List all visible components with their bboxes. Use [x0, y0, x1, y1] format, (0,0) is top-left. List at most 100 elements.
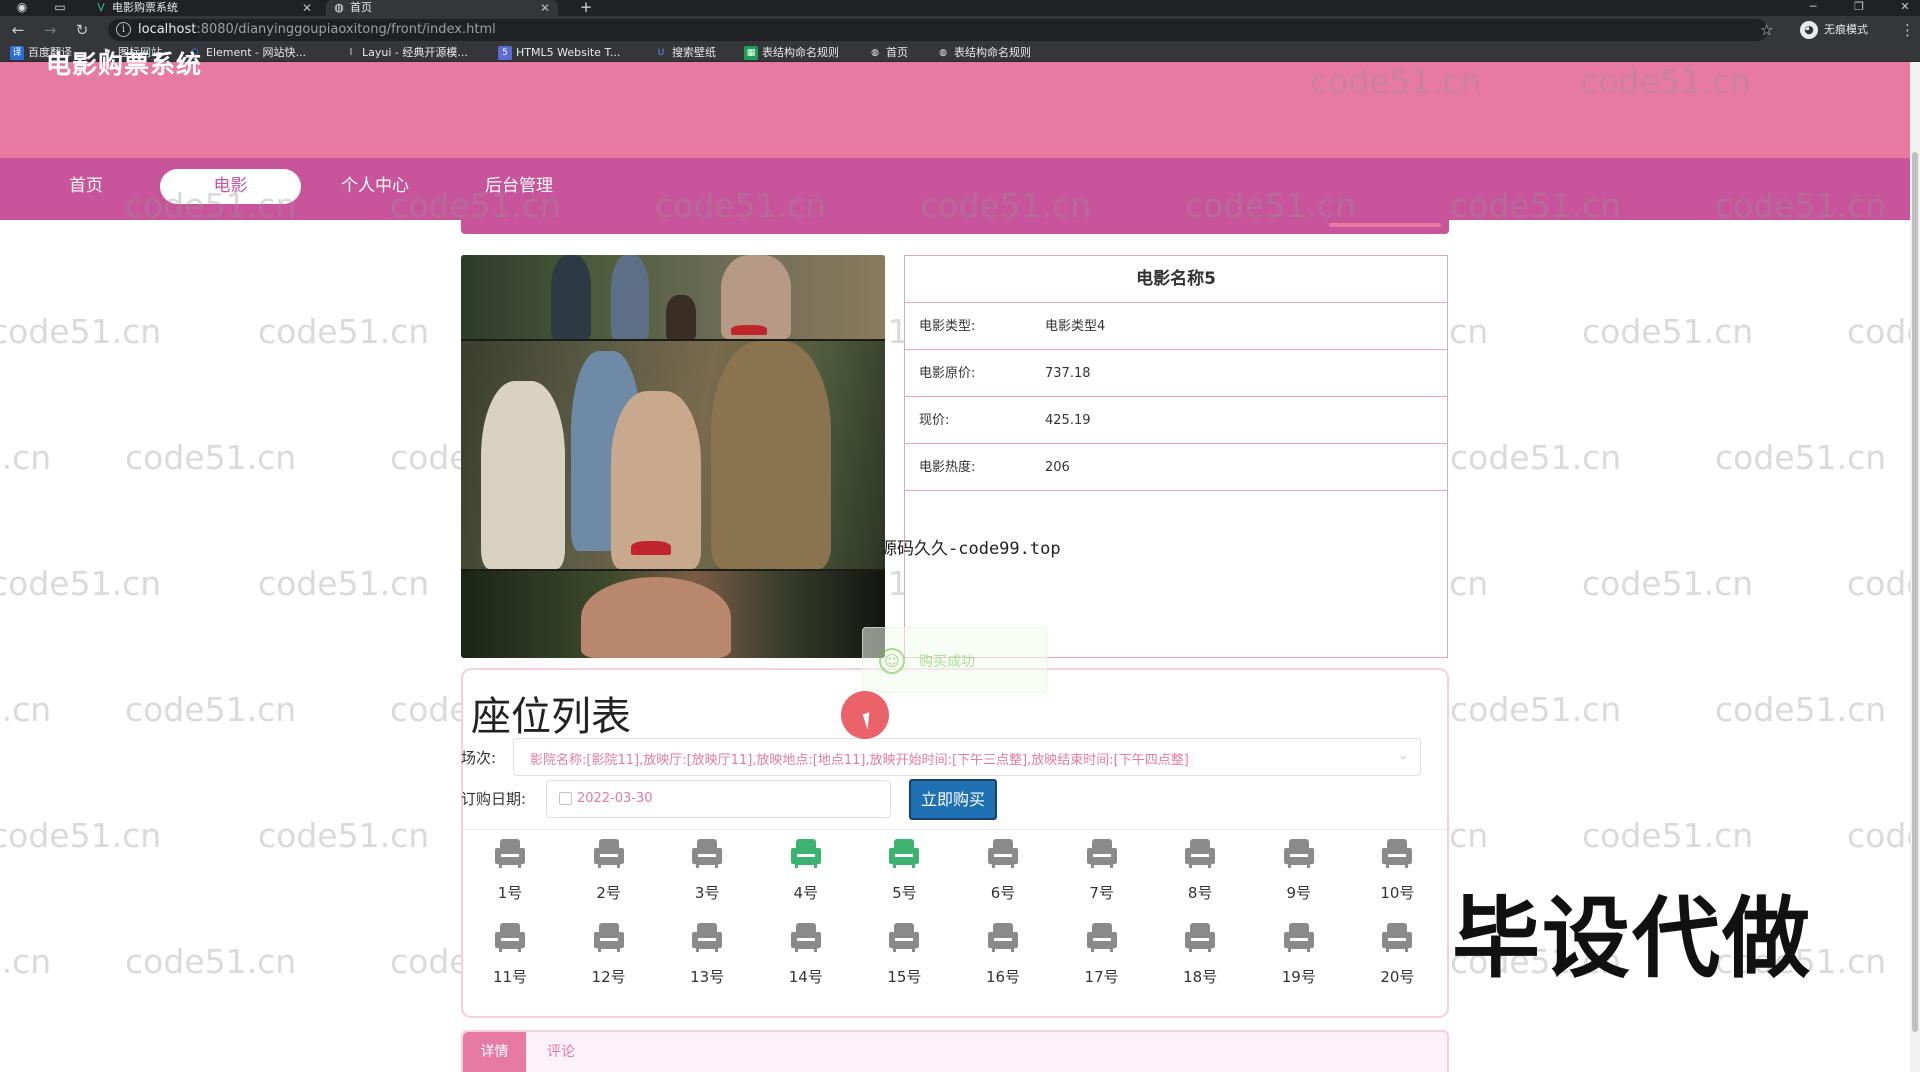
detail-tabs [461, 1030, 1449, 1072]
info-row-original-price: 电影原价: 737.18 [905, 350, 1447, 397]
browser-tab-title: 电影购票系统 [112, 1, 178, 14]
browser-tab-title: 首页 [350, 1, 372, 14]
seat-15[interactable]: 15号 [874, 922, 934, 996]
info-label: 电影原价: [919, 366, 976, 381]
forward-arrow-icon[interactable]: → [40, 20, 60, 40]
seat-18[interactable]: 18号 [1170, 922, 1230, 996]
date-picker[interactable]: 2022-03-30 [546, 780, 891, 818]
seat-14[interactable]: 14号 [776, 922, 836, 996]
html5-icon: 5 [498, 46, 512, 60]
seat-3[interactable]: 3号 [677, 838, 737, 912]
seat-icon [495, 838, 525, 868]
success-toast: ☺ 购买成功 [862, 627, 1048, 693]
seat-icon [1185, 838, 1216, 868]
nav-home[interactable]: 首页 [46, 169, 126, 204]
buy-now-button[interactable]: 立即购买 [909, 779, 997, 820]
seat-icon [889, 922, 920, 952]
close-icon[interactable]: ✕ [302, 0, 312, 16]
seat-8[interactable]: 8号 [1170, 838, 1230, 912]
seat-label: 9号 [1286, 884, 1312, 902]
browser-tab-system[interactable]: V 电影购票系统 ✕ [88, 0, 320, 16]
bookmark-item[interactable]: l Layui - 经典开源模... [344, 44, 468, 62]
info-value: 425.19 [1045, 413, 1091, 428]
seat-19[interactable]: 19号 [1269, 922, 1329, 996]
browser-tab-home[interactable]: ◍ 首页 ✕ [326, 0, 558, 16]
seat-label: 19号 [1281, 968, 1316, 986]
seat-7[interactable]: 7号 [1072, 838, 1132, 912]
info-icon[interactable]: i [116, 22, 131, 37]
close-icon[interactable]: ✕ [540, 0, 550, 16]
bookmark-item[interactable]: ⬡ Element - 网站快... [188, 44, 306, 62]
url-text: localhost:8080/dianyinggoupiaoxitong/fro… [138, 22, 496, 37]
translate-icon: 译 [10, 46, 24, 60]
info-row-popularity: 电影热度: 206 [905, 444, 1447, 491]
browser-tab-strip: ◉ ▭ V 电影购票系统 ✕ ◍ 首页 ✕ + ─ ❐ ✕ [0, 0, 1920, 16]
bookmark-item[interactable]: ◍ 表结构命名规则 [936, 44, 1031, 62]
restore-icon[interactable]: ❐ [1849, 0, 1869, 14]
sub-nav-indicator [1329, 223, 1441, 227]
seat-16[interactable]: 16号 [973, 922, 1033, 996]
seat-12[interactable]: 12号 [579, 922, 639, 996]
nav-movies[interactable]: 电影 [160, 169, 301, 204]
page-scrollbar[interactable] [1910, 62, 1920, 1072]
date-label: 订购日期: [461, 790, 527, 808]
seat-icon [495, 922, 525, 952]
seat-20[interactable]: 20号 [1367, 922, 1427, 996]
seat-9[interactable]: 9号 [1269, 838, 1329, 912]
poster-frame-top [461, 255, 885, 339]
movie-poster[interactable] [461, 255, 885, 658]
seat-4[interactable]: 4号 [776, 838, 836, 912]
seat-icon [790, 838, 821, 868]
reload-icon[interactable]: ↻ [72, 20, 92, 40]
seat-label: 10号 [1380, 884, 1415, 902]
bookmark-item[interactable]: ◍ 首页 [868, 44, 908, 62]
window-icon[interactable]: ▭ [52, 0, 68, 16]
nav-admin[interactable]: 后台管理 [474, 169, 564, 204]
seat-label: 13号 [690, 968, 725, 986]
seat-label: 16号 [985, 968, 1021, 986]
incognito-label: 无痕模式 [1824, 23, 1868, 36]
close-window-icon[interactable]: ✕ [1895, 0, 1915, 14]
seat-1[interactable]: 1号 [480, 838, 540, 912]
bookmark-star-icon[interactable]: ☆ [1760, 20, 1773, 40]
info-row-current-price: 现价: 425.19 [905, 397, 1447, 444]
seat-13[interactable]: 13号 [677, 922, 737, 996]
incognito-icon: ◕ [1800, 21, 1818, 39]
tab-comments[interactable]: 评论 [526, 1032, 596, 1072]
seat-icon [988, 922, 1018, 952]
seat-11[interactable]: 11号 [480, 922, 540, 996]
globe-icon: ◍ [871, 48, 879, 58]
layui-icon: l [349, 48, 353, 58]
scrollbar-thumb[interactable] [1912, 152, 1918, 1032]
bookmark-item[interactable]: U 搜索壁纸 [654, 44, 716, 62]
seat-icon [593, 838, 624, 868]
more-menu-icon[interactable]: ⋮ [1900, 20, 1915, 40]
incognito-indicator[interactable]: ◕ 无痕模式 [1800, 20, 1868, 40]
seat-label: 7号 [1089, 884, 1114, 902]
bookmark-item[interactable]: ▦ 表结构命名规则 [744, 44, 839, 62]
seat-2[interactable]: 2号 [579, 838, 639, 912]
overlay-watermark-text: 源码久久-code99.top [880, 539, 1061, 559]
seat-17[interactable]: 17号 [1072, 922, 1132, 996]
seat-5[interactable]: 5号 [874, 838, 934, 912]
seat-10[interactable]: 10号 [1367, 838, 1427, 912]
new-tab-icon[interactable]: + [578, 0, 594, 16]
seat-label: 2号 [596, 884, 621, 902]
seat-6[interactable]: 6号 [973, 838, 1033, 912]
seat-label: 20号 [1380, 968, 1415, 986]
back-arrow-icon[interactable]: ← [8, 20, 28, 40]
url-input[interactable]: i localhost:8080/dianyinggoupiaoxitong/f… [108, 19, 1768, 41]
seat-icon [790, 922, 821, 952]
bookmark-item[interactable]: 5 HTML5 Website T... [498, 44, 620, 62]
session-select[interactable]: 影院名称:[影院11],放映厅:[放映厅11],放映地点:[地点11],放映开始… [513, 738, 1421, 776]
seat-label: 6号 [990, 884, 1016, 902]
seat-label: 1号 [497, 884, 523, 902]
address-bar: ← → ↻ i localhost:8080/dianyinggoupiaoxi… [0, 16, 1920, 44]
seat-label: 8号 [1187, 884, 1213, 902]
nav-personal-center[interactable]: 个人中心 [330, 169, 420, 204]
tab-details[interactable]: 详情 [463, 1032, 526, 1072]
session-select-value: 影院名称:[影院11],放映厅:[放映厅11],放映地点:[地点11],放映开始… [530, 753, 1189, 768]
seat-label: 15号 [887, 968, 922, 986]
minimize-icon[interactable]: ─ [1803, 0, 1823, 14]
browser-logo-icon: ◉ [16, 0, 28, 14]
